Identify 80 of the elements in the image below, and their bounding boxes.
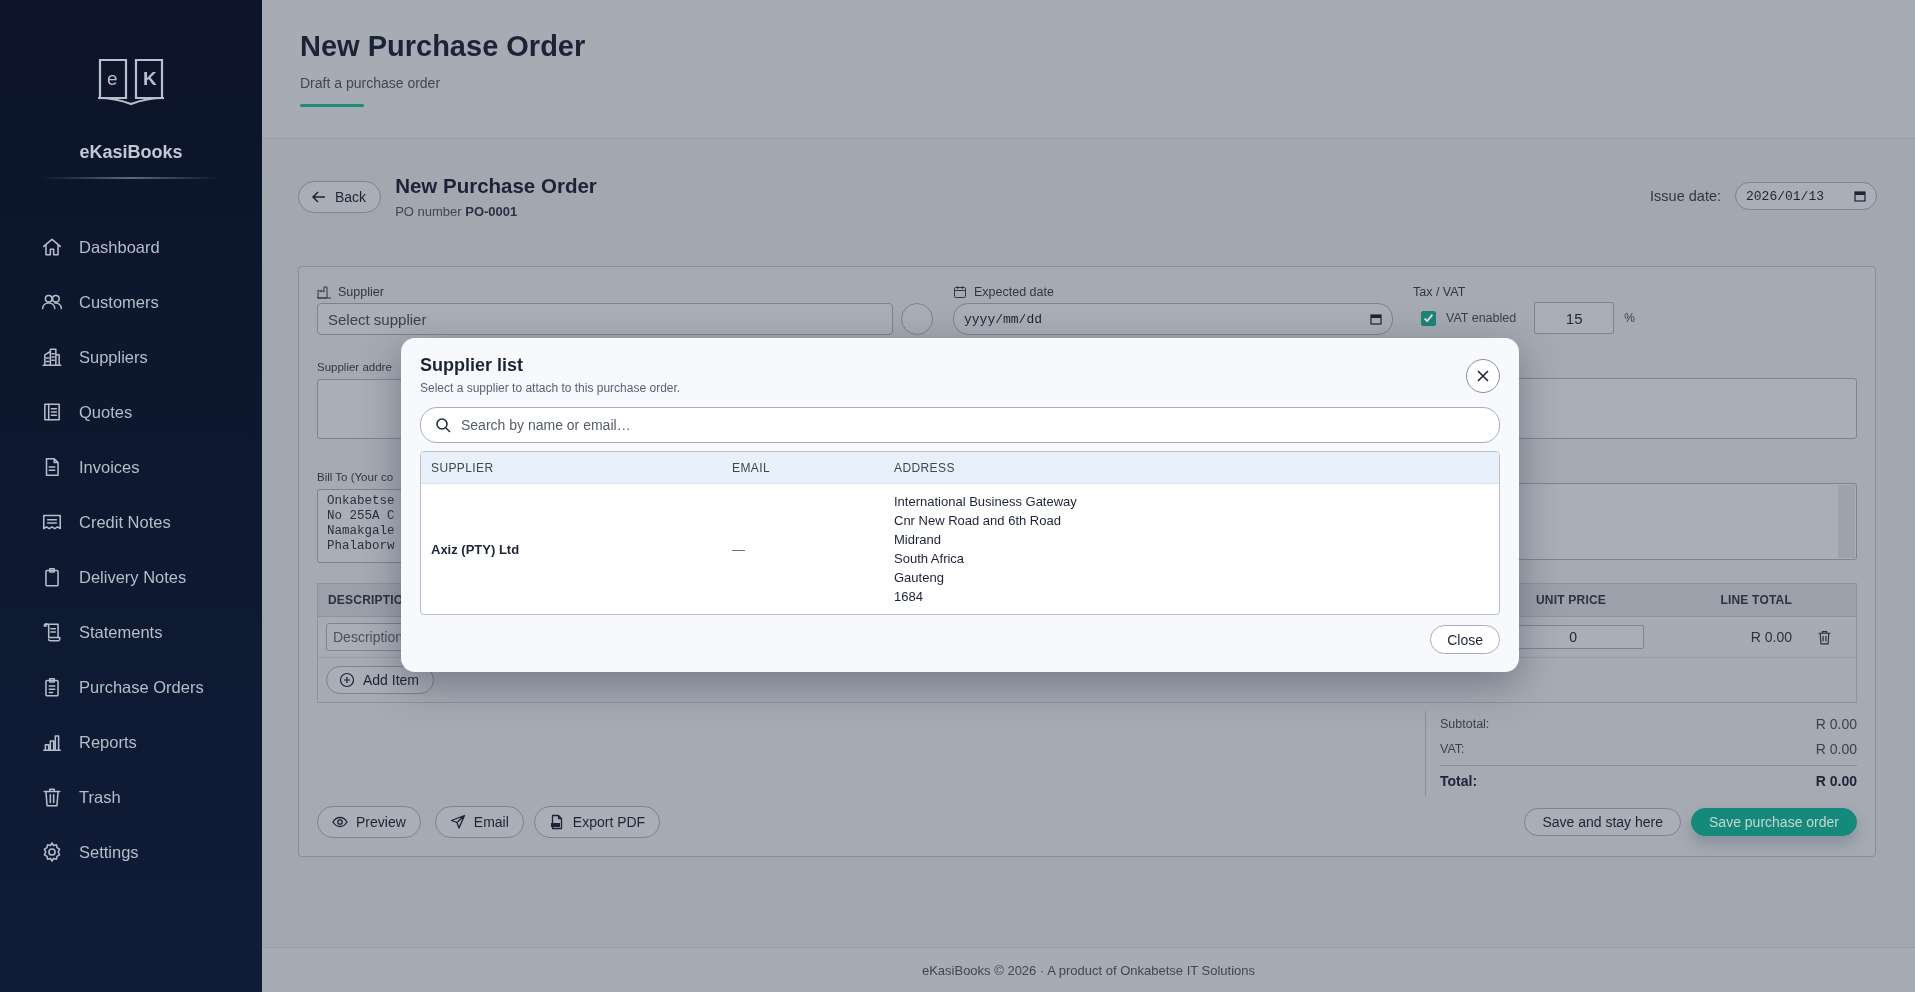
sidebar-item[interactable]: Invoices (41, 449, 152, 485)
sidebar-item[interactable]: Purchase Orders (41, 669, 216, 705)
brand-name: eKasiBooks (79, 142, 183, 163)
expected-date-field[interactable]: yyyy/mm/dd (953, 303, 1393, 335)
sidebar-item[interactable]: Credit Notes (41, 504, 183, 540)
save-button[interactable]: Save and stay here (1524, 808, 1682, 836)
eye-icon (332, 814, 348, 830)
column-header: SUPPLIER (430, 460, 495, 475)
vat-checkbox[interactable] (1421, 310, 1436, 326)
total-label: Total: (1440, 773, 1478, 789)
calendar-icon (953, 285, 967, 299)
scrollbar[interactable] (1838, 485, 1855, 558)
page-title: New Purchase Order (300, 30, 587, 63)
suppliers-list-button[interactable] (901, 303, 933, 335)
vat-rate-field[interactable]: 15 (1534, 302, 1615, 334)
action-button[interactable]: Email (434, 806, 524, 838)
percent-sign: % (1624, 311, 1635, 325)
action-button[interactable]: Export PDF (533, 806, 661, 838)
dialog-title: Supplier list (420, 355, 525, 376)
sidebar-item[interactable]: Suppliers (41, 339, 160, 375)
close-button[interactable] (1466, 359, 1500, 393)
field-label: Expected date (974, 285, 1054, 299)
supplier-select[interactable]: Select supplier (317, 303, 893, 335)
column-header: UNIT PRICE (1535, 593, 1607, 607)
sidebar-item[interactable]: Dashboard (41, 229, 172, 265)
search-icon (435, 417, 451, 433)
action-button[interactable]: Preview (317, 806, 421, 838)
sidebar-item[interactable]: Delivery Notes (41, 559, 199, 595)
total-value: R 0.00 (1815, 715, 1857, 732)
issue-date-label: Issue date: (1650, 188, 1721, 204)
checkbox-label: VAT enabled (1446, 311, 1517, 325)
close-button[interactable]: Close (1430, 625, 1500, 654)
line-total: R 0.00 (1749, 629, 1792, 645)
building-icon (41, 346, 63, 368)
footer-text: eKasiBooks © 2026 · A product of Onkabetse IT Solutions (262, 947, 1915, 992)
home-icon (41, 236, 63, 258)
table-cell-text: — (732, 541, 746, 557)
factory-icon (317, 285, 331, 299)
table-cell-text: International Business Gateway Cnr New Road and 6th Road Midrand South Africa Gauteng 1684 (894, 493, 1077, 606)
calendar-icon (1370, 313, 1382, 325)
total-value: R 0.00 (1815, 740, 1857, 757)
document-icon (41, 401, 63, 423)
close-icon (1476, 369, 1490, 383)
left-arrow-icon (311, 189, 327, 205)
field-label: Supplier addre (317, 361, 392, 373)
field-label: Bill To (Your co (317, 471, 394, 483)
column-header: LINE TOTAL (1719, 593, 1792, 607)
book-logo: e K (96, 56, 166, 108)
column-header: DESCRIPTIO (328, 593, 404, 607)
settings-icon (41, 841, 63, 863)
search-field[interactable]: Search by name or email… (420, 407, 1500, 443)
po-number: PO number PO-0001 (395, 203, 519, 219)
sidebar-item[interactable]: Customers (41, 284, 171, 320)
sidebar-item[interactable]: Trash (41, 779, 133, 815)
back-button[interactable]: Back (298, 181, 382, 213)
trash-icon[interactable] (1817, 629, 1832, 645)
issue-date-field[interactable]: 2026/01/13 (1735, 182, 1877, 210)
total-label: Subtotal: (1440, 716, 1490, 731)
add-item-button[interactable]: Add Item (326, 666, 435, 694)
pdf-file-icon (548, 814, 565, 830)
order-title: New Purchase Order (395, 173, 597, 198)
field-label: Tax / VAT (1413, 285, 1466, 299)
column-header: EMAIL (732, 460, 771, 475)
sidebar-item[interactable]: Quotes (41, 394, 145, 430)
dialog-subtitle: Select a supplier to attach to this purchase order. (420, 381, 681, 395)
plus-circle-icon (339, 672, 355, 688)
total-value: R 0.00 (1815, 773, 1857, 789)
table-cell-text: Axiz (PTY) Ltd (430, 541, 521, 557)
page-subtitle: Draft a purchase order (300, 75, 442, 91)
sidebar-item[interactable]: Reports (41, 724, 149, 760)
send-icon (449, 814, 466, 830)
scroll-icon (41, 621, 63, 643)
sidebar-item[interactable]: Settings (41, 834, 151, 870)
total-label: VAT: (1440, 741, 1465, 756)
sidebar-item[interactable]: Statements (41, 614, 175, 650)
trash-icon (41, 786, 63, 808)
column-header: ADDRESS (894, 460, 955, 475)
supplier-row[interactable]: Axiz (PTY) Ltd — International Business Gateway Cnr New Road and 6th Road Midrand South Africa Gauteng 1684 (421, 484, 1499, 614)
calendar-icon (1854, 190, 1866, 202)
field-label: Supplier (338, 285, 384, 299)
